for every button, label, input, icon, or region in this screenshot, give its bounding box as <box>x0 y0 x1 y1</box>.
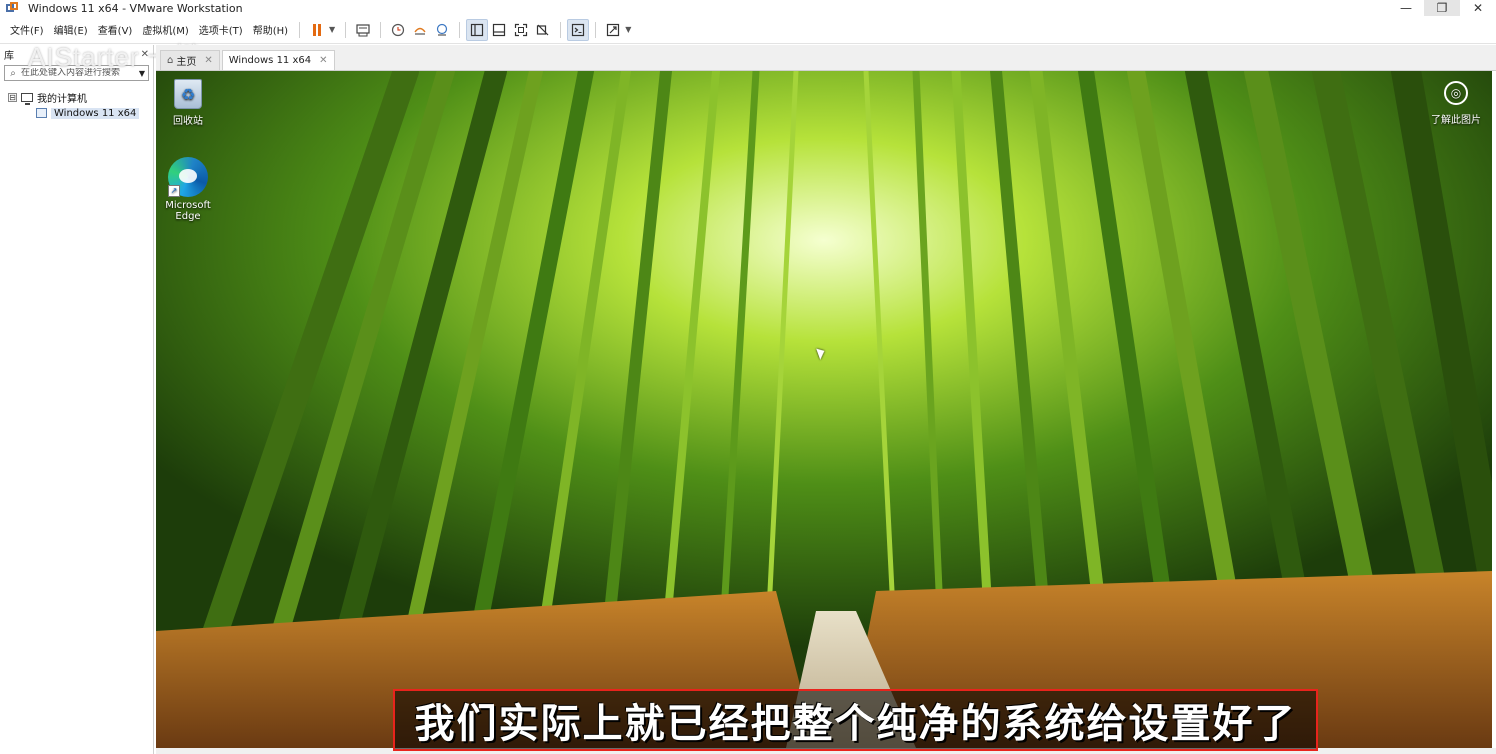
menu-vm[interactable]: 虚拟机(M) <box>137 22 193 37</box>
toolbar-separator <box>459 21 461 38</box>
menu-edit[interactable]: 编辑(E) <box>49 22 93 37</box>
console-view-button[interactable] <box>567 18 590 41</box>
title-bar: Windows 11 x64 - VMware Workstation — ❐ … <box>0 0 1496 16</box>
menu-file[interactable]: 文件(F) <box>0 22 49 37</box>
tree-item-label: Windows 11 x64 <box>51 107 140 119</box>
tab-bar: ⌂ 主页 ✕ Windows 11 x64 ✕ <box>156 45 1496 71</box>
computer-icon <box>21 92 33 105</box>
snapshot-button[interactable] <box>387 19 409 41</box>
restore-button[interactable]: ❐ <box>1424 0 1460 16</box>
snapshot-manager-icon <box>437 23 448 36</box>
tab-label: 主页 <box>176 57 197 68</box>
library-title: 库 <box>4 50 14 62</box>
home-icon: ⌂ <box>167 55 174 66</box>
learn-about-picture[interactable]: ◎ 了解此图片 <box>1426 81 1486 126</box>
tab-windows-11-x64[interactable]: Windows 11 x64 ✕ <box>221 50 335 70</box>
pause-icon <box>313 23 322 36</box>
revert-snapshot-button[interactable] <box>409 19 431 41</box>
toolbar-separator <box>299 21 301 38</box>
collapse-icon[interactable]: ⊟ <box>8 92 17 102</box>
keyboard-send-icon <box>356 23 370 36</box>
desktop-icon-recycle-bin[interactable]: ♻ 回收站 <box>158 79 218 127</box>
unity-icon <box>537 24 549 35</box>
tree-item-windows-11-vm[interactable]: Windows 11 x64 <box>0 105 153 121</box>
desktop-icon-label: 回收站 <box>173 116 203 127</box>
virtual-machine-icon <box>36 108 47 118</box>
desktop-icon-label: Microsoft Edge <box>165 200 211 222</box>
thumbnail-layout-icon <box>493 23 506 36</box>
tree-item-label: 我的计算机 <box>37 93 87 105</box>
desktop-icon-microsoft-edge[interactable]: ↗ Microsoft Edge <box>158 157 218 222</box>
shortcut-arrow-icon: ↗ <box>168 185 180 197</box>
close-button[interactable]: ✕ <box>1460 0 1496 16</box>
library-layout-icon <box>471 23 484 36</box>
vmware-window: Windows 11 x64 - VMware Workstation — ❐ … <box>0 0 1496 754</box>
toolbar-separator <box>595 21 597 38</box>
clock-icon <box>392 23 405 36</box>
console-icon <box>572 23 585 36</box>
tab-label: Windows 11 x64 <box>228 55 312 66</box>
toolbar-separator <box>560 21 562 38</box>
send-ctrl-alt-del-button[interactable] <box>352 19 374 41</box>
tree-item-my-computer[interactable]: ⊟ 我的计算机 <box>0 89 153 105</box>
tab-close-icon[interactable]: ✕ <box>319 55 327 66</box>
search-icon: ⌕ <box>10 67 16 79</box>
snapshot-manager-button[interactable] <box>431 19 453 41</box>
bamboo-forest-wallpaper <box>156 71 1492 748</box>
video-subtitle-caption: 我们实际上就已经把整个纯净的系统给设置好了 <box>393 689 1318 751</box>
menu-help[interactable]: 帮助(H) <box>248 22 293 37</box>
pause-button[interactable] <box>306 19 328 41</box>
unity-button[interactable] <box>532 19 554 41</box>
subtitle-text: 我们实际上就已经把整个纯净的系统给设置好了 <box>414 701 1297 747</box>
toolbar-separator <box>380 21 382 38</box>
menu-view[interactable]: 查看(V) <box>93 22 138 37</box>
vmware-app-icon <box>6 2 18 14</box>
stretch-icon <box>607 23 620 36</box>
menu-tabs[interactable]: 选项卡(T) <box>194 22 248 37</box>
tab-close-icon[interactable]: ✕ <box>204 55 212 66</box>
window-controls: — ❐ ✕ <box>1388 0 1496 16</box>
edge-browser-icon: ↗ <box>168 157 208 197</box>
stretch-guest-button[interactable] <box>602 19 624 41</box>
camera-info-icon: ◎ <box>1444 81 1468 105</box>
library-tree: ⊟ 我的计算机 Windows 11 x64 <box>0 89 153 121</box>
minimize-button[interactable]: — <box>1388 0 1424 16</box>
learn-about-picture-label: 了解此图片 <box>1431 115 1481 126</box>
window-title: Windows 11 x64 - VMware Workstation <box>28 1 243 15</box>
power-dropdown-icon[interactable]: ▼ <box>329 25 335 34</box>
library-panel: 库 ✕ AIStarter 一键… ⌕ ▼ ⊟ 我的计算机 Windows 11… <box>0 42 228 754</box>
fullscreen-icon <box>515 23 528 36</box>
toolbar-separator <box>345 21 347 38</box>
vm-console-screen[interactable]: ♻ 回收站 ↗ Microsoft Edge ◎ 了解此图片 <box>156 71 1492 748</box>
tab-home[interactable]: ⌂ 主页 ✕ <box>160 50 220 70</box>
stretch-dropdown-icon[interactable]: ▼ <box>625 25 631 34</box>
revert-icon <box>414 27 426 35</box>
show-thumbnail-bar-button[interactable] <box>488 19 510 41</box>
full-screen-button[interactable] <box>510 19 532 41</box>
show-library-button[interactable] <box>466 18 489 41</box>
recycle-bin-icon: ♻ <box>174 79 202 109</box>
